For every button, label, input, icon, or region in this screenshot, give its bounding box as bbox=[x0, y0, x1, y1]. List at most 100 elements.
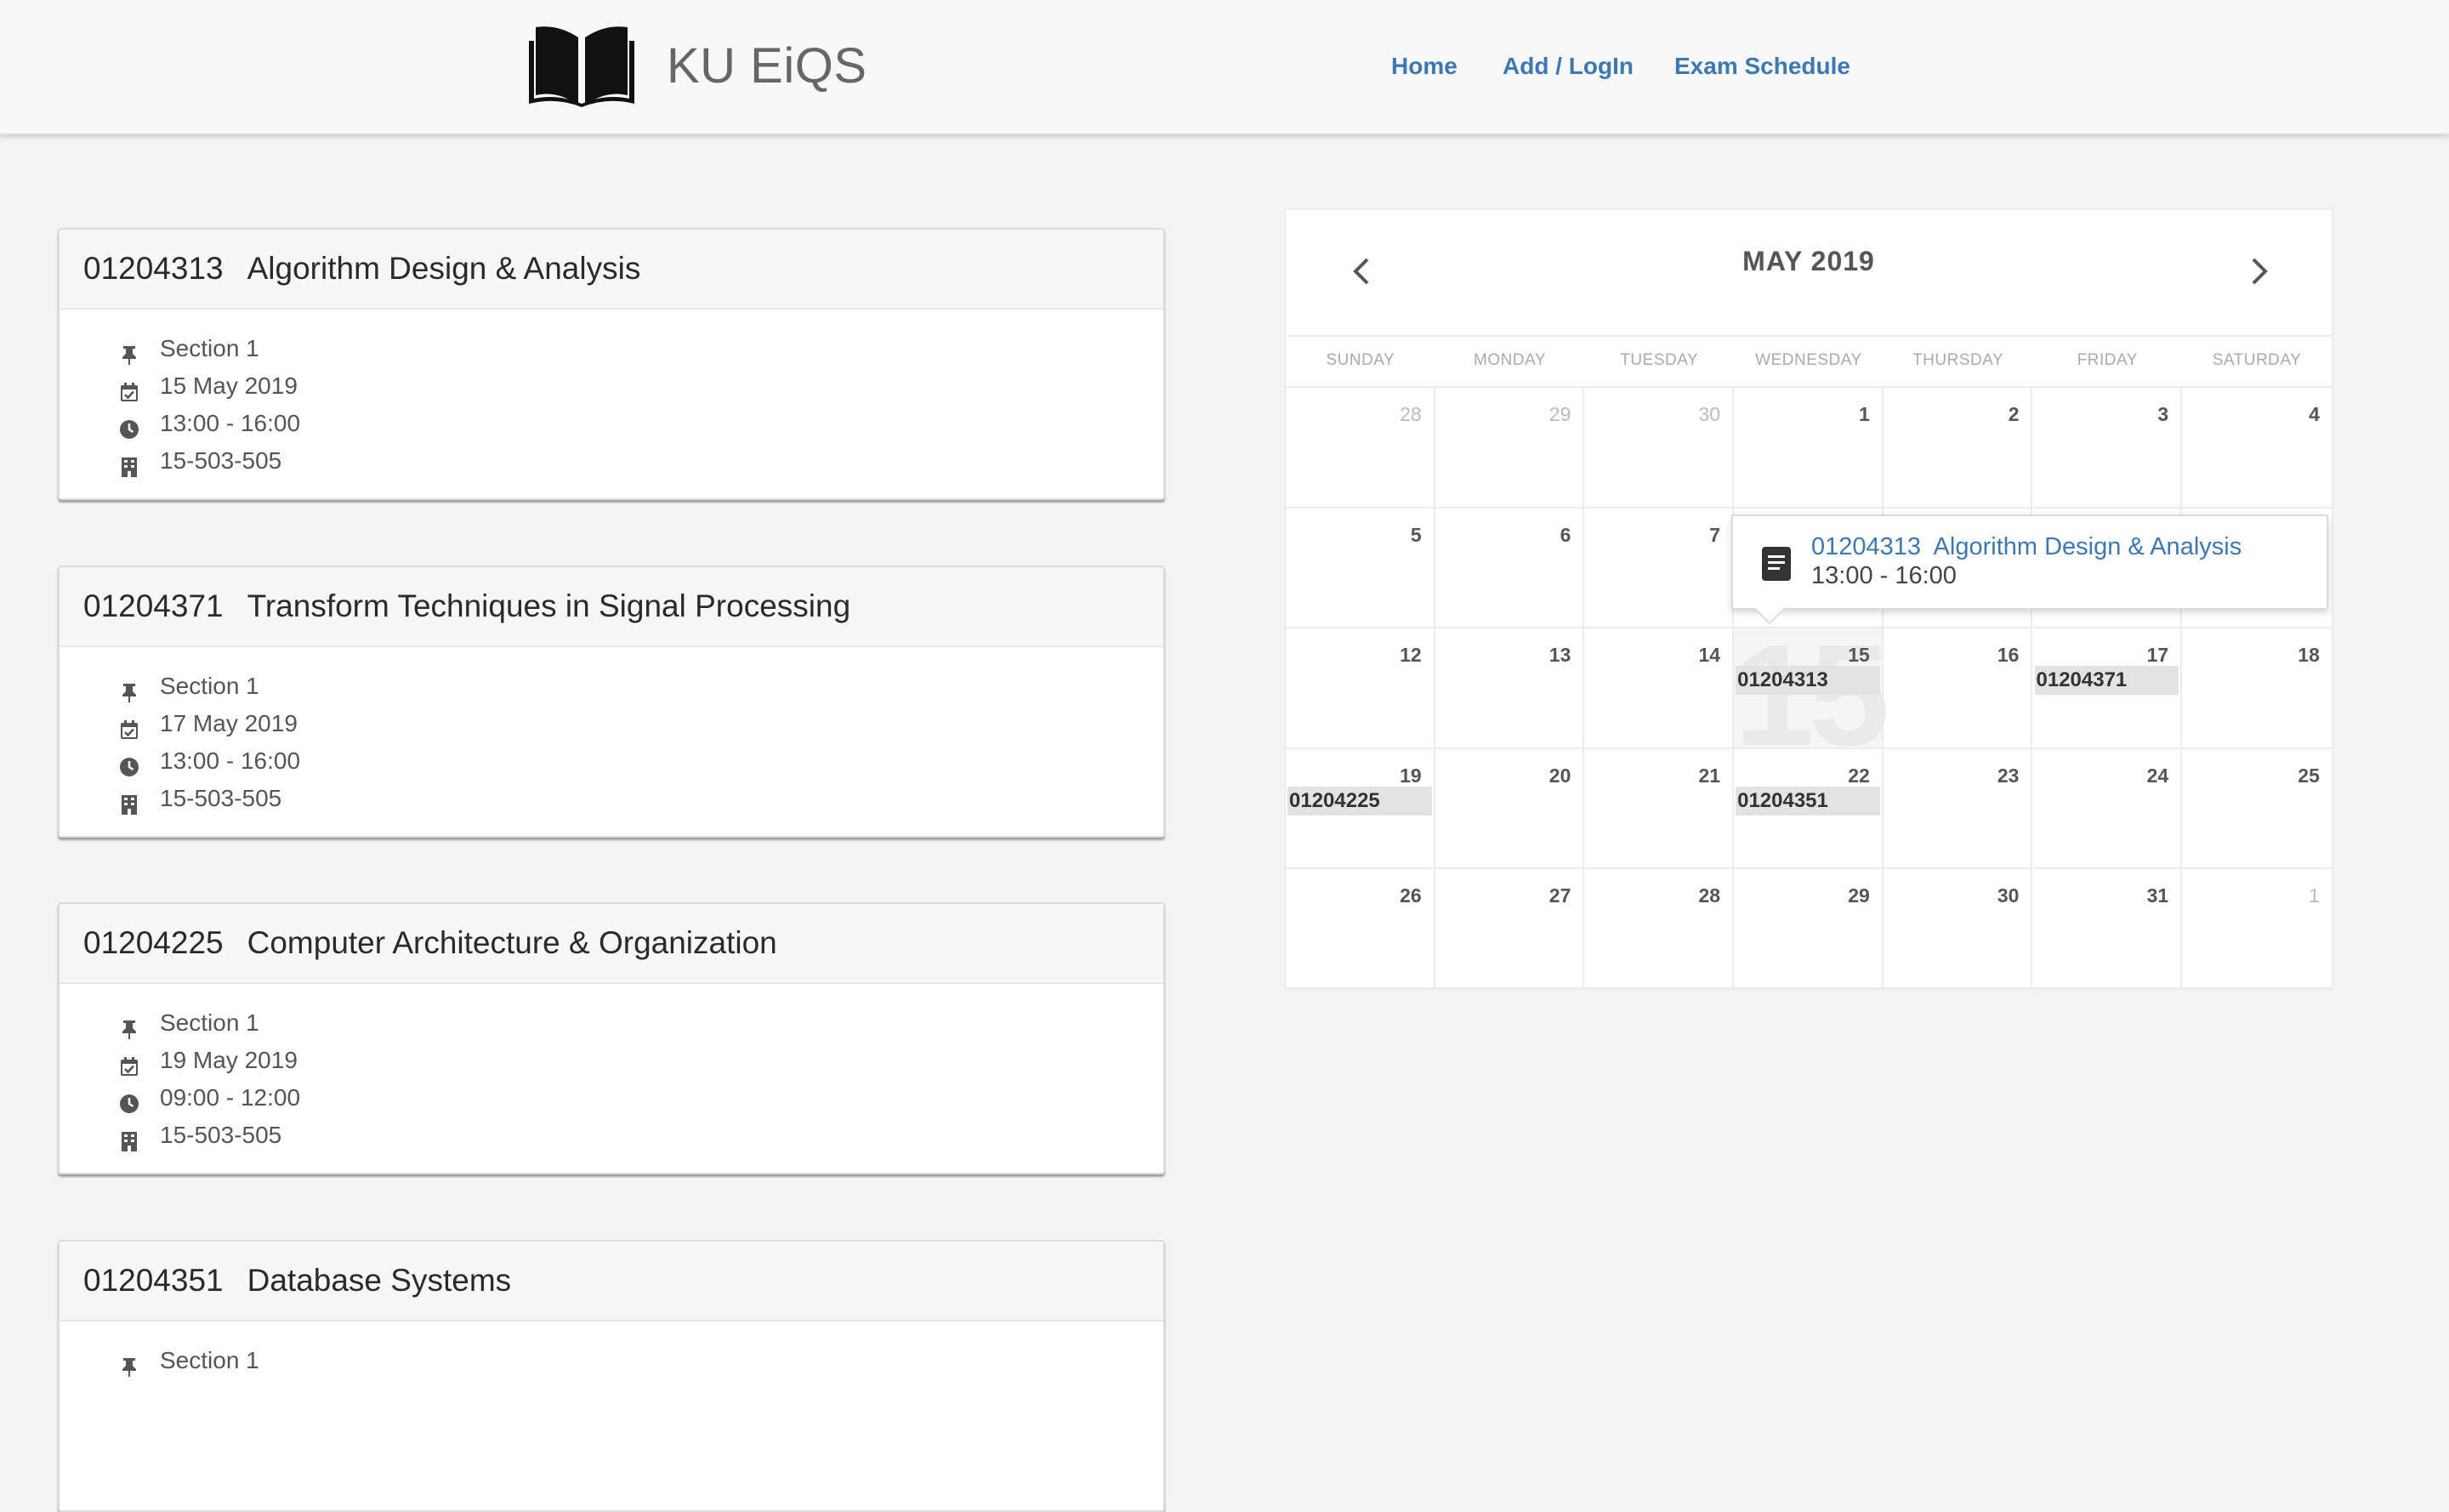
exam-room-row: 15-503-505 bbox=[60, 780, 1163, 817]
exam-card-header: 01204225 Computer Architecture & Organiza… bbox=[60, 904, 1163, 984]
course-code: 01204313 bbox=[83, 251, 224, 286]
nav-exam-schedule-link[interactable]: Exam Schedule bbox=[1674, 49, 1850, 83]
course-code: 01204371 bbox=[83, 588, 224, 623]
day-number: 5 bbox=[1410, 523, 1422, 546]
calendar-event[interactable]: 01204351 bbox=[1736, 786, 1880, 816]
calendar-check-icon bbox=[119, 376, 139, 401]
calendar-day-cell[interactable]: 26 bbox=[1286, 869, 1435, 990]
building-icon bbox=[119, 1125, 139, 1151]
calendar-event[interactable]: 01204313 bbox=[1736, 666, 1880, 696]
course-code: 01204351 bbox=[83, 1263, 224, 1298]
calendar-day-cell[interactable]: 17 01204371 bbox=[2032, 628, 2183, 749]
exam-room-row: 15-503-505 bbox=[60, 1117, 1163, 1154]
calendar-day-cell[interactable]: 13 bbox=[1435, 628, 1585, 749]
pin-icon bbox=[119, 676, 139, 702]
exam-card[interactable]: 01204371 Transform Techniques in Signal P… bbox=[58, 566, 1165, 838]
exam-card-body: Section 1 15 May 2019 13:00 - 16:00 15-503-… bbox=[60, 310, 1163, 480]
exam-card-body: Section 1 17 May 2019 13:00 - 16:00 15-503-… bbox=[60, 647, 1163, 817]
event-tooltip-time: 13:00 - 16:00 bbox=[1811, 562, 1957, 589]
exam-card-body: Section 1 19 May 2019 09:00 - 12:00 15-503-… bbox=[60, 984, 1163, 1154]
calendar-day-cell[interactable]: 5 bbox=[1286, 508, 1435, 629]
exam-section-row: Section 1 bbox=[60, 1004, 1163, 1042]
calendar-day-cell[interactable]: 29 bbox=[1734, 869, 1884, 990]
calendar-day-cell[interactable]: 22 01204351 bbox=[1734, 748, 1884, 870]
calendar-day-cell[interactable]: 23 bbox=[1883, 748, 2033, 870]
event-tooltip-title[interactable]: 01204313 Algorithm Design & Analysis bbox=[1811, 533, 2242, 561]
building-icon bbox=[119, 788, 139, 815]
day-number: 18 bbox=[2298, 644, 2320, 667]
calendar-day-cell[interactable]: 29 bbox=[1435, 388, 1585, 509]
calendar-day-cell[interactable]: 18 bbox=[2182, 628, 2332, 749]
calendar-day-cell[interactable]: 16 bbox=[1883, 628, 2033, 749]
next-month-chevron-icon[interactable] bbox=[2242, 254, 2276, 288]
pin-icon bbox=[119, 338, 139, 365]
calendar-day-cell[interactable]: 25 bbox=[2182, 749, 2332, 870]
calendar-event[interactable]: 01204371 bbox=[2034, 666, 2179, 696]
day-number: 31 bbox=[2146, 884, 2169, 907]
weekday-label: SUNDAY bbox=[1326, 351, 1395, 369]
calendar-day-cell[interactable]: 3 bbox=[2032, 388, 2183, 509]
calendar-day-cell[interactable]: 21 bbox=[1584, 748, 1735, 870]
exam-time-row: 09:00 - 12:00 bbox=[60, 1079, 1163, 1117]
calendar-day-cell[interactable]: 1 bbox=[1734, 388, 1884, 509]
calendar-day-cell[interactable]: 28 bbox=[1286, 388, 1435, 509]
exam-section: Section 1 bbox=[160, 335, 259, 361]
calendar-day-cell[interactable]: 7 bbox=[1584, 508, 1735, 629]
calendar-event[interactable]: 01204225 bbox=[1287, 786, 1432, 816]
calendar-day-cell[interactable]: 1 bbox=[2182, 869, 2332, 990]
exam-card[interactable]: 01204351 Database Systems Section 1 bbox=[58, 1240, 1165, 1512]
day-number: 30 bbox=[1698, 403, 1721, 425]
day-number: 26 bbox=[1400, 884, 1422, 907]
calendar-day-cell[interactable]: 20 bbox=[1435, 748, 1585, 870]
calendar-day-cell[interactable]: 24 bbox=[2032, 748, 2183, 870]
day-number: 13 bbox=[1548, 644, 1571, 667]
exam-date-row: 15 May 2019 bbox=[60, 367, 1163, 405]
calendar-day-cell[interactable]: 19 01204225 bbox=[1286, 748, 1435, 870]
calendar-day-cell[interactable]: 4 bbox=[2182, 388, 2332, 509]
day-number: 20 bbox=[1548, 764, 1571, 787]
calendar-day-cell[interactable]: 14 bbox=[1584, 628, 1735, 749]
weekday-label: THURSDAY bbox=[1912, 351, 2004, 369]
exam-time: 09:00 - 12:00 bbox=[160, 1084, 301, 1111]
calendar-day-cell[interactable]: 28 bbox=[1584, 869, 1735, 990]
nav-add-login-link[interactable]: Add / LogIn bbox=[1503, 49, 1634, 83]
calendar-day-cell[interactable]: 2 bbox=[1883, 388, 2033, 509]
weekday-label: MONDAY bbox=[1474, 351, 1547, 369]
exam-time: 13:00 - 16:00 bbox=[160, 747, 301, 774]
calendar-day-cell[interactable]: 30 bbox=[1584, 388, 1735, 509]
calendar-day-cell[interactable]: 12 bbox=[1286, 628, 1435, 749]
day-number: 25 bbox=[2298, 764, 2320, 787]
exam-card-body: Section 1 bbox=[60, 1322, 1163, 1379]
day-number: 15 bbox=[1848, 644, 1870, 667]
day-number: 17 bbox=[2146, 644, 2169, 667]
day-number: 3 bbox=[2157, 403, 2169, 425]
exam-card[interactable]: 01204313 Algorithm Design & Analysis Secti… bbox=[58, 228, 1165, 500]
building-icon bbox=[119, 451, 139, 477]
day-number: 28 bbox=[1400, 403, 1422, 425]
day-number: 6 bbox=[1560, 523, 1571, 546]
day-number: 30 bbox=[1997, 884, 2020, 907]
event-tooltip-code: 01204313 bbox=[1811, 533, 1922, 560]
day-number: 19 bbox=[1400, 764, 1422, 787]
weekday-label: TUESDAY bbox=[1620, 351, 1699, 369]
weekday-label: WEDNESDAY bbox=[1755, 351, 1862, 369]
day-number: 1 bbox=[2309, 884, 2320, 907]
pin-icon bbox=[119, 1350, 139, 1377]
calendar-check-icon bbox=[119, 713, 139, 739]
exam-section: Section 1 bbox=[160, 1009, 259, 1036]
clock-icon bbox=[119, 751, 139, 776]
calendar-month-title: MAY 2019 bbox=[1742, 246, 1875, 276]
day-number: 28 bbox=[1698, 884, 1721, 907]
nav-home-link[interactable]: Home bbox=[1391, 49, 1457, 83]
course-name: Database Systems bbox=[247, 1263, 512, 1298]
calendar-day-cell[interactable]: 31 bbox=[2032, 869, 2183, 990]
calendar-day-cell[interactable]: 27 bbox=[1435, 869, 1585, 990]
calendar-day-cell[interactable]: 30 bbox=[1883, 869, 2033, 990]
calendar-day-cell[interactable]: 6 bbox=[1435, 508, 1585, 629]
calendar-day-cell[interactable]: 15 15 01204313 bbox=[1734, 623, 1889, 768]
exam-card[interactable]: 01204225 Computer Architecture & Organiza… bbox=[58, 902, 1165, 1174]
brand-title[interactable]: KU EiQS bbox=[667, 32, 867, 100]
exam-card-header: 01204313 Algorithm Design & Analysis bbox=[60, 230, 1163, 310]
open-book-logo-icon[interactable] bbox=[529, 22, 634, 107]
day-number: 21 bbox=[1698, 764, 1721, 787]
